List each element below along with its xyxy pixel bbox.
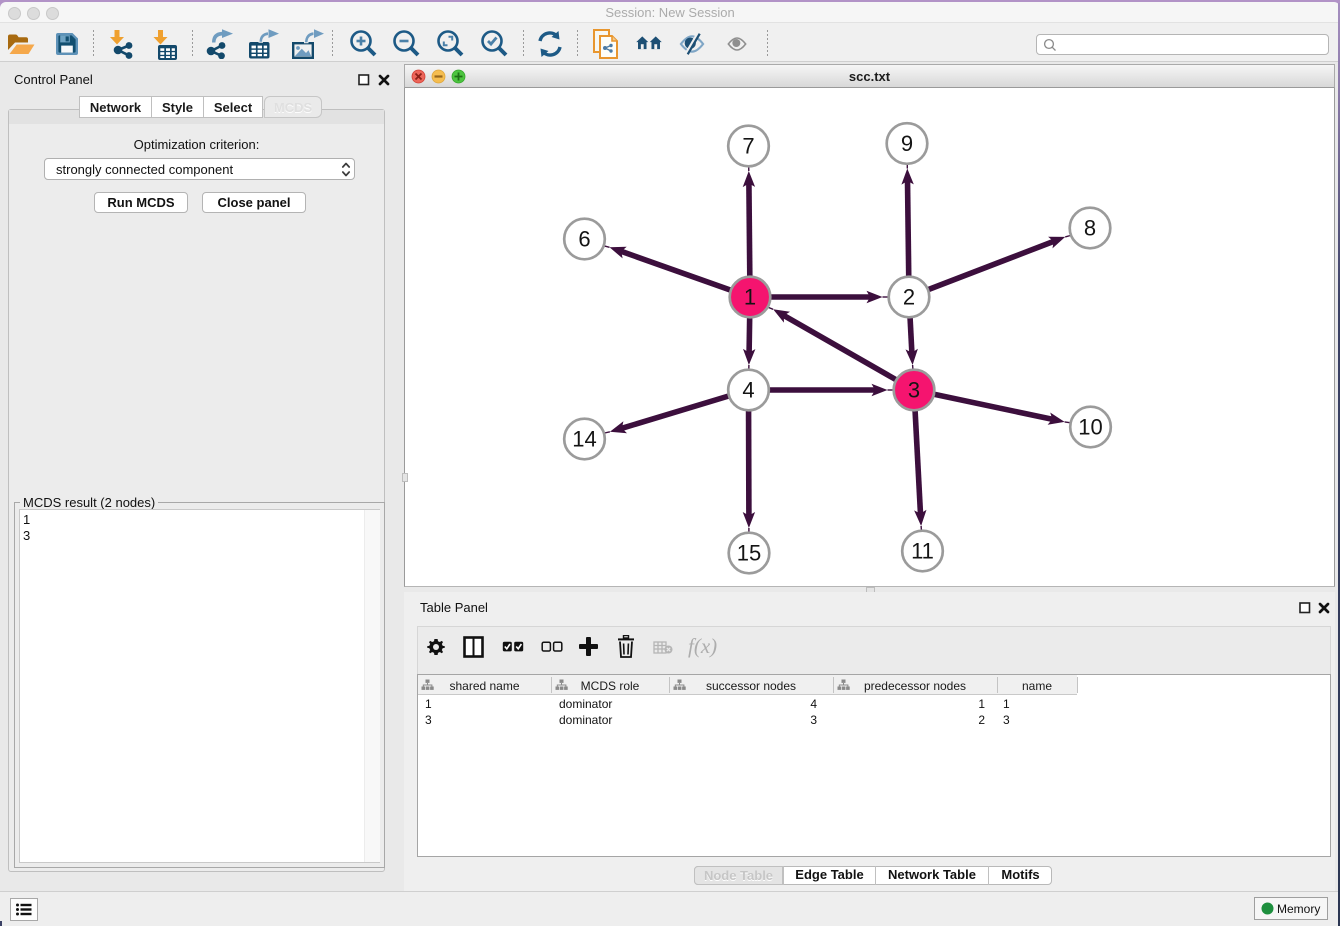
svg-text:4: 4: [742, 378, 754, 403]
svg-text:6: 6: [578, 227, 590, 252]
svg-text:3: 3: [908, 378, 920, 403]
svg-text:9: 9: [901, 131, 913, 156]
svg-text:1: 1: [744, 285, 756, 310]
svg-text:2: 2: [903, 285, 915, 310]
svg-text:14: 14: [572, 427, 596, 452]
svg-text:10: 10: [1078, 415, 1102, 440]
svg-text:7: 7: [742, 134, 754, 159]
svg-text:15: 15: [737, 541, 761, 566]
svg-text:11: 11: [911, 539, 934, 564]
svg-text:8: 8: [1084, 216, 1096, 241]
